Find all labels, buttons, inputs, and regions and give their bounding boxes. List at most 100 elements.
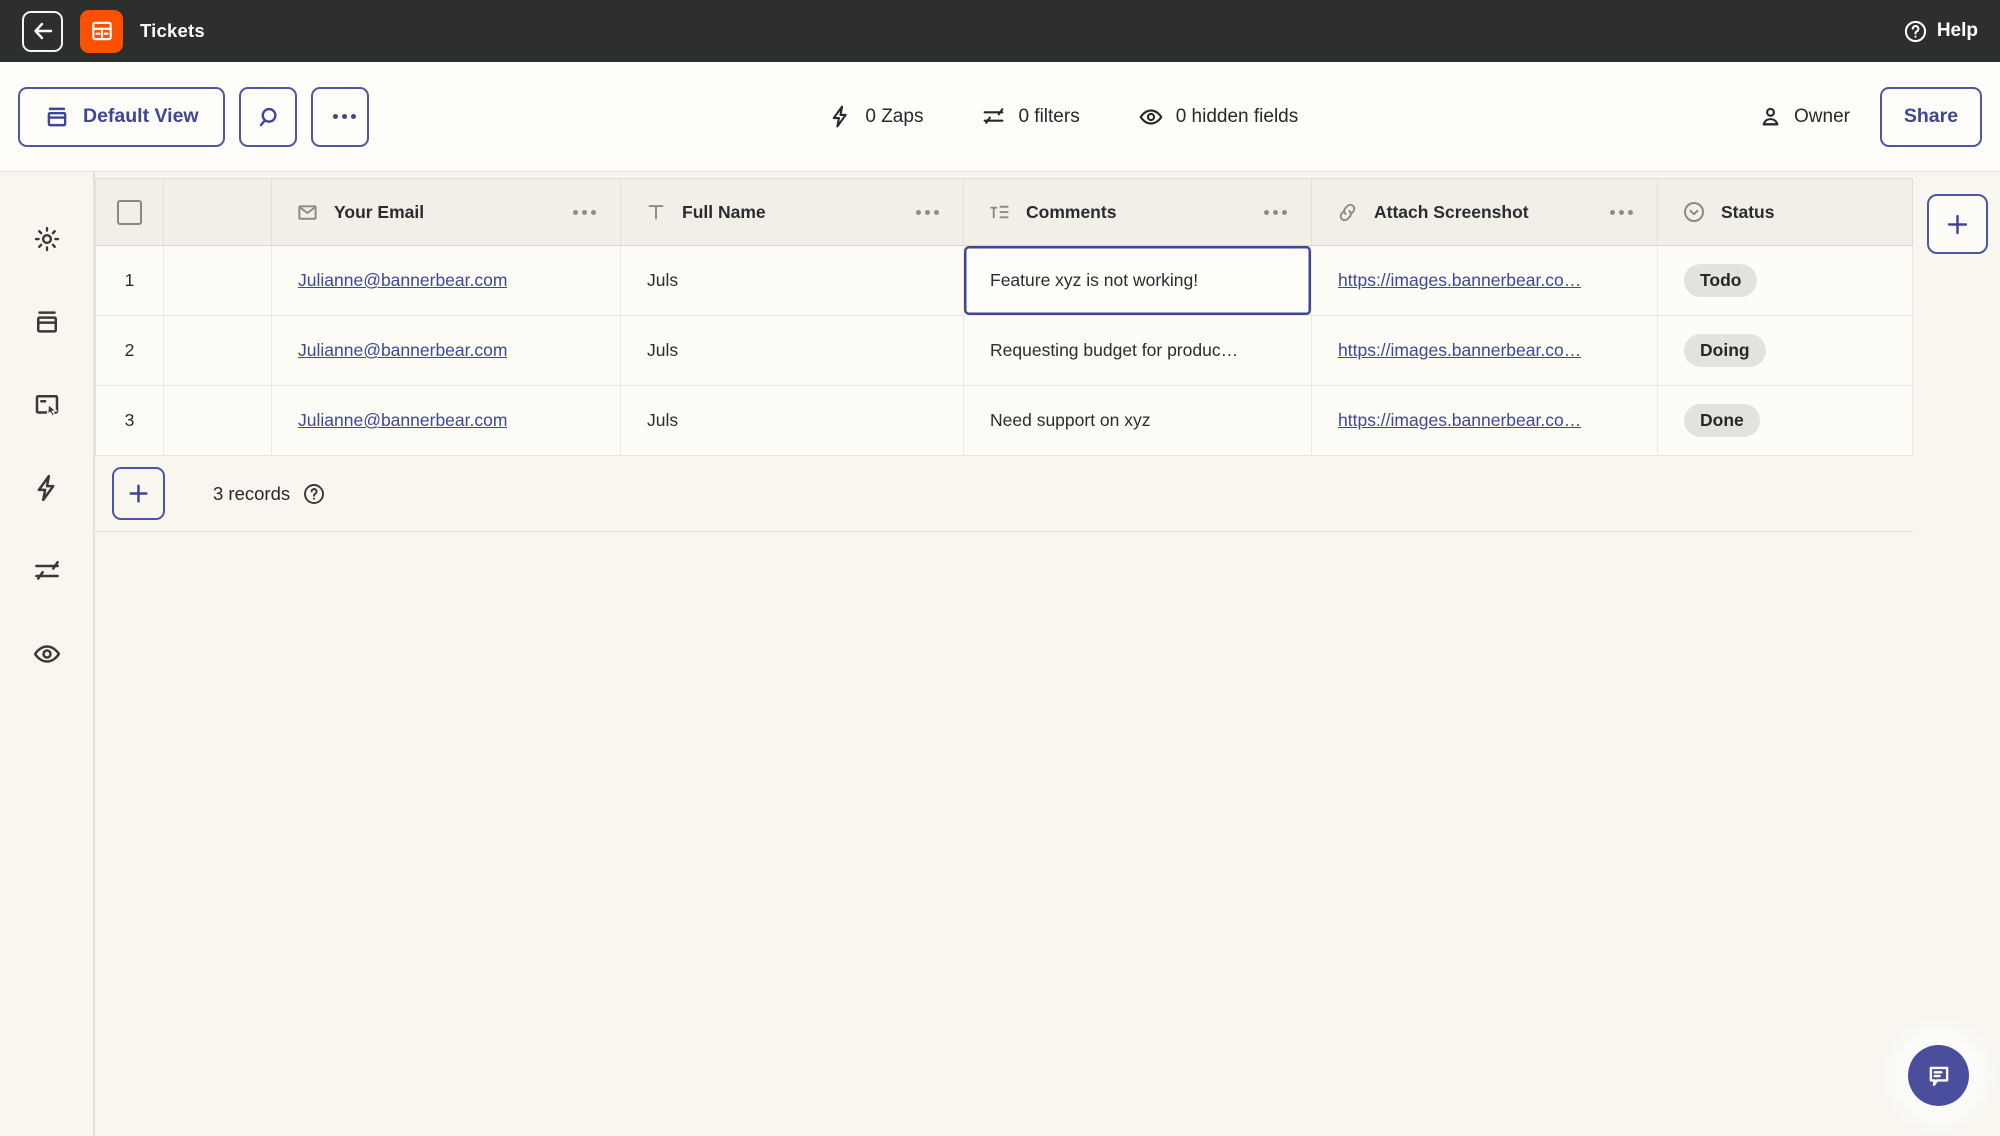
row-expand-cell[interactable]: [164, 316, 272, 385]
column-menu-button[interactable]: [563, 209, 596, 215]
cell-your-email[interactable]: Julianne@bannerbear.com: [272, 386, 621, 455]
column-label: Full Name: [682, 201, 766, 222]
sidebar-item-forms[interactable]: [32, 390, 62, 420]
plus-icon: [126, 481, 151, 506]
help-circle-icon: [1903, 19, 1928, 44]
column-header-attach-screenshot[interactable]: Attach Screenshot: [1312, 179, 1658, 245]
status-badge: Todo: [1684, 264, 1758, 297]
filter-sliders-icon: [981, 104, 1006, 129]
sidebar-item-settings[interactable]: [32, 224, 62, 254]
column-label: Your Email: [334, 201, 425, 222]
cell-status[interactable]: Todo: [1658, 246, 1913, 315]
view-toolbar: Default View 0 Zaps 0 filters 0 hidden f…: [0, 62, 2000, 172]
search-icon: [255, 104, 281, 130]
sidebar-item-hidden-fields[interactable]: [32, 639, 62, 669]
eye-icon: [1138, 104, 1164, 130]
view-stack-icon: [32, 307, 62, 337]
sidebar-item-views[interactable]: [32, 307, 62, 337]
table-row: 3 Julianne@bannerbear.com Juls Need supp…: [95, 386, 1913, 456]
sidebar-item-filters[interactable]: [32, 556, 62, 586]
table-row: 1 Julianne@bannerbear.com Juls Feature x…: [95, 246, 1913, 316]
cell-attach-screenshot[interactable]: https://images.bannerbear.co…: [1312, 246, 1658, 315]
cell-attach-screenshot[interactable]: https://images.bannerbear.co…: [1312, 316, 1658, 385]
cell-attach-screenshot[interactable]: https://images.bannerbear.co…: [1312, 386, 1658, 455]
records-help-icon[interactable]: [302, 482, 326, 506]
email-link[interactable]: Julianne@bannerbear.com: [298, 340, 507, 361]
share-button[interactable]: Share: [1879, 86, 1982, 147]
sidebar-item-zaps[interactable]: [32, 473, 62, 503]
full-name-text: Juls: [647, 340, 679, 360]
back-button[interactable]: [22, 10, 63, 52]
column-header-your-email[interactable]: Your Email: [272, 179, 621, 245]
screenshot-url-link[interactable]: https://images.bannerbear.co…: [1338, 410, 1581, 431]
envelope-icon: [296, 201, 319, 224]
cell-status[interactable]: Done: [1658, 386, 1913, 455]
screenshot-url-link[interactable]: https://images.bannerbear.co…: [1338, 270, 1581, 291]
ellipsis-icon: [323, 114, 357, 119]
row-number-cell[interactable]: 2: [95, 316, 164, 385]
cell-comments[interactable]: Need support on xyz: [964, 386, 1312, 455]
row-number-cell[interactable]: 1: [95, 246, 164, 315]
status-badge: Done: [1684, 404, 1760, 437]
link-icon: [1336, 201, 1359, 224]
zap-lightning-icon: [828, 104, 853, 129]
cell-full-name[interactable]: Juls: [621, 386, 964, 455]
cell-comments[interactable]: Requesting budget for produc…: [964, 316, 1312, 385]
tables-app-logo: [80, 9, 123, 53]
column-header-comments[interactable]: Comments: [964, 179, 1312, 245]
default-view-label: Default View: [83, 105, 199, 127]
full-name-text: Juls: [647, 410, 679, 430]
form-cursor-icon: [32, 390, 62, 420]
row-expand-cell[interactable]: [164, 386, 272, 455]
add-field-button[interactable]: [1927, 194, 1988, 254]
hidden-fields-indicator[interactable]: 0 hidden fields: [1138, 104, 1299, 130]
left-sidebar: [0, 172, 95, 1136]
cell-full-name[interactable]: Juls: [621, 316, 964, 385]
default-view-button[interactable]: Default View: [18, 86, 225, 147]
view-stack-icon: [44, 104, 70, 130]
full-name-text: Juls: [647, 270, 679, 290]
column-menu-button[interactable]: [1254, 209, 1287, 215]
zaps-indicator[interactable]: 0 Zaps: [828, 104, 923, 129]
content-area: Your Email Full Name Comments Attach Scr…: [0, 172, 2000, 1136]
owner-menu[interactable]: Owner: [1758, 104, 1850, 129]
column-menu-button[interactable]: [906, 209, 939, 215]
status-badge: Doing: [1684, 334, 1766, 367]
table-footer: 3 records: [95, 456, 1913, 532]
comment-text: Requesting budget for produc…: [990, 340, 1239, 360]
cell-status[interactable]: Doing: [1658, 316, 1913, 385]
email-link[interactable]: Julianne@bannerbear.com: [298, 410, 507, 431]
row-expand-cell[interactable]: [164, 246, 272, 315]
email-link[interactable]: Julianne@bannerbear.com: [298, 270, 507, 291]
row-number-cell[interactable]: 3: [95, 386, 164, 455]
chat-widget-button[interactable]: [1908, 1045, 1969, 1106]
filters-indicator[interactable]: 0 filters: [981, 104, 1080, 129]
search-button[interactable]: [238, 86, 297, 147]
table-area: Your Email Full Name Comments Attach Scr…: [95, 172, 2000, 1136]
records-table: Your Email Full Name Comments Attach Scr…: [95, 178, 1913, 532]
add-record-button[interactable]: [112, 467, 165, 520]
help-button[interactable]: Help: [1903, 19, 1978, 44]
view-more-button[interactable]: [310, 86, 369, 147]
screenshot-url-link[interactable]: https://images.bannerbear.co…: [1338, 340, 1581, 361]
eye-icon: [32, 639, 62, 669]
share-label: Share: [1903, 105, 1959, 127]
gear-icon: [32, 224, 62, 254]
long-text-icon: [988, 201, 1011, 224]
cell-comments-selected[interactable]: Feature xyz is not working!: [964, 246, 1312, 315]
filter-sliders-icon: [32, 556, 62, 586]
select-all-checkbox[interactable]: [117, 199, 142, 225]
hidden-fields-count-label: 0 hidden fields: [1175, 105, 1299, 127]
column-menu-button[interactable]: [1600, 209, 1633, 215]
table-header-row: Your Email Full Name Comments Attach Scr…: [95, 178, 1913, 246]
select-circle-icon: [1682, 200, 1706, 224]
cell-your-email[interactable]: Julianne@bannerbear.com: [272, 246, 621, 315]
comment-text: Need support on xyz: [990, 410, 1151, 430]
person-icon: [1758, 104, 1783, 129]
record-count: 3 records: [213, 482, 326, 506]
column-header-full-name[interactable]: Full Name: [621, 179, 964, 245]
column-header-status[interactable]: Status: [1658, 179, 1913, 245]
text-field-icon: [645, 201, 667, 223]
cell-full-name[interactable]: Juls: [621, 246, 964, 315]
cell-your-email[interactable]: Julianne@bannerbear.com: [272, 316, 621, 385]
